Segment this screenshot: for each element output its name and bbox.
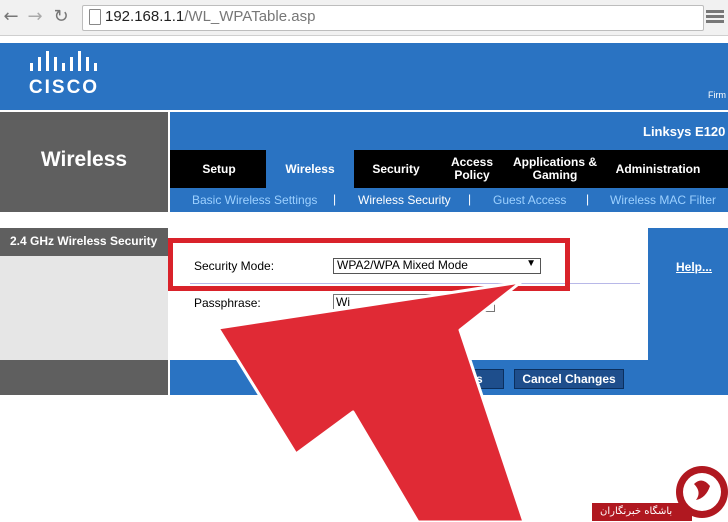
watermark-logo-icon <box>676 466 728 518</box>
pointer-arrow-icon <box>216 280 526 522</box>
watermark-text: باشگاه خبرنگاران <box>600 506 673 517</box>
